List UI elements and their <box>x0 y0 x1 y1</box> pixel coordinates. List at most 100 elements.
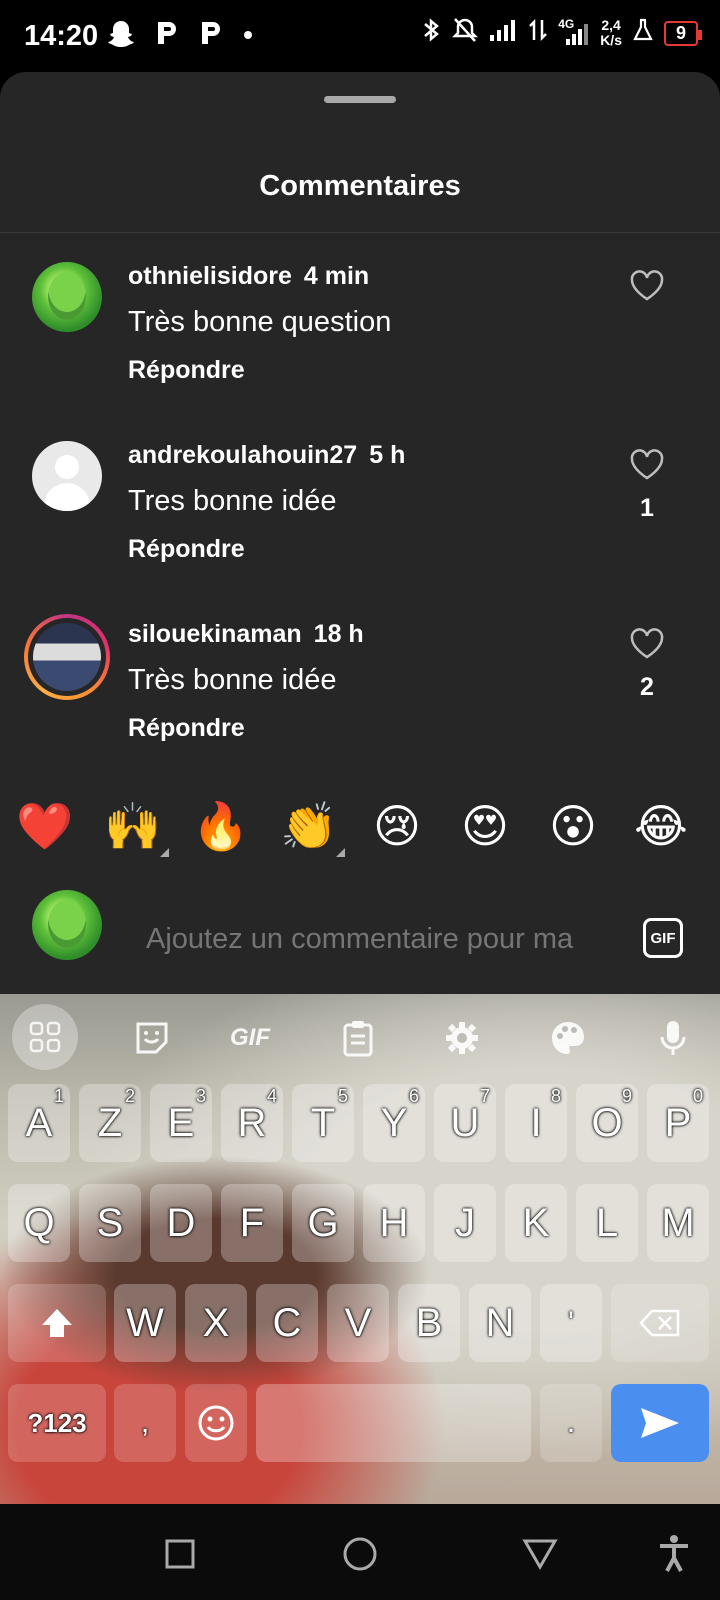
key-i[interactable]: I8 <box>505 1084 567 1162</box>
key-o[interactable]: O9 <box>576 1084 638 1162</box>
key-a[interactable]: A1 <box>8 1084 70 1162</box>
status-right-icons: 4G 2,4 K/s 9 <box>420 16 703 50</box>
like-count: 2 <box>640 673 654 701</box>
emoji-raising-hands[interactable]: 🙌 <box>103 798 163 854</box>
key-k[interactable]: K <box>505 1184 567 1262</box>
reply-button[interactable]: Répondre <box>128 535 245 564</box>
reply-button[interactable]: Répondre <box>128 356 245 385</box>
keyboard: GIF A1 Z2 E3 R4 T5 Y6 U7 I8 O9 P0 Q S D … <box>0 994 720 1504</box>
battery-indicator: 9 <box>663 20 703 46</box>
key-d[interactable]: D <box>150 1184 212 1262</box>
status-time: 14:20 <box>24 20 99 52</box>
drag-handle[interactable] <box>324 96 396 103</box>
skin-tone-indicator <box>336 848 345 857</box>
comment-time: 5 h <box>369 441 406 469</box>
emoji-key[interactable] <box>185 1384 247 1462</box>
key-l[interactable]: L <box>576 1184 638 1262</box>
comment-header: othnielisidore 4 min <box>128 262 369 291</box>
key-m[interactable]: M <box>647 1184 709 1262</box>
emoji-clapping[interactable]: 👏 <box>279 798 339 854</box>
comment-input[interactable] <box>144 922 614 957</box>
key-t[interactable]: T5 <box>292 1084 354 1162</box>
divider <box>0 232 720 233</box>
comment-username[interactable]: othnielisidore <box>128 262 292 290</box>
key-b[interactable]: B <box>398 1284 460 1362</box>
send-key[interactable] <box>611 1384 709 1462</box>
avatar-image <box>33 623 101 691</box>
shift-key[interactable] <box>8 1284 106 1362</box>
key-v[interactable]: V <box>327 1284 389 1362</box>
key-r[interactable]: R4 <box>221 1084 283 1162</box>
key-hint: 1 <box>53 1086 64 1106</box>
key-x[interactable]: X <box>185 1284 247 1362</box>
emoji-laughing[interactable]: 😂 <box>631 798 691 854</box>
emoji-fire[interactable]: 🔥 <box>191 798 251 854</box>
key-hint: 0 <box>692 1086 703 1106</box>
key-hint: 9 <box>621 1086 632 1106</box>
recent-apps-icon[interactable] <box>160 1534 200 1574</box>
key-s[interactable]: S <box>79 1184 141 1262</box>
key-j[interactable]: J <box>434 1184 496 1262</box>
emoji-heart[interactable]: ❤️ <box>15 798 75 854</box>
backspace-key[interactable] <box>611 1284 709 1362</box>
emoji-surprised[interactable]: 😮 <box>543 798 603 854</box>
gif-icon[interactable]: GIF <box>228 1016 272 1060</box>
mic-icon[interactable] <box>651 1016 695 1060</box>
signal-icon <box>488 17 518 49</box>
clipboard-icon[interactable] <box>336 1016 380 1060</box>
key-apostrophe[interactable]: ' <box>540 1284 602 1362</box>
gif-button[interactable]: GIF <box>643 918 683 958</box>
dot-icon <box>242 18 254 55</box>
reply-button[interactable]: Répondre <box>128 714 245 743</box>
period-key[interactable]: . <box>540 1384 602 1462</box>
key-h[interactable]: H <box>363 1184 425 1262</box>
key-label: I <box>530 1100 542 1145</box>
avatar[interactable] <box>32 262 102 332</box>
settings-icon[interactable] <box>440 1016 484 1060</box>
key-z[interactable]: Z2 <box>79 1084 141 1162</box>
comment-item: andrekoulahouin27 5 h Tres bonne idée Rép… <box>0 441 720 591</box>
key-n[interactable]: N <box>469 1284 531 1362</box>
comment-username[interactable]: silouekinaman <box>128 620 302 648</box>
emoji-heart-eyes[interactable]: 😍 <box>455 798 515 854</box>
apps-grid-icon[interactable] <box>12 1004 78 1070</box>
backspace-icon <box>639 1309 680 1337</box>
back-icon[interactable] <box>520 1534 560 1574</box>
comment-item: othnielisidore 4 min Très bonne question … <box>0 262 720 412</box>
like-button[interactable]: 1 <box>628 449 666 523</box>
snapchat-icon <box>106 18 136 55</box>
sticker-icon[interactable] <box>130 1016 174 1060</box>
comma-key[interactable]: , <box>114 1384 176 1462</box>
like-button[interactable]: 2 <box>628 628 666 702</box>
comment-username[interactable]: andrekoulahouin27 <box>128 441 357 469</box>
smiley-icon <box>198 1405 234 1441</box>
key-y[interactable]: Y6 <box>363 1084 425 1162</box>
bluetooth-icon <box>420 16 442 50</box>
signal-4g-icon: 4G <box>558 17 590 47</box>
key-label: Z <box>97 1100 123 1145</box>
avatar[interactable] <box>24 614 110 700</box>
comment-compose-bar: GIF <box>0 888 720 994</box>
home-icon[interactable] <box>340 1534 380 1574</box>
key-w[interactable]: W <box>114 1284 176 1362</box>
comment-header: silouekinaman 18 h <box>128 620 364 649</box>
key-f[interactable]: F <box>221 1184 283 1262</box>
status-bar: 14:20 4G 2,4 K/s 9 <box>0 0 720 72</box>
accessibility-icon[interactable] <box>654 1534 694 1574</box>
palette-icon[interactable] <box>546 1016 590 1060</box>
heart-icon <box>630 270 664 301</box>
emoji-crying[interactable]: 😢 <box>367 798 427 854</box>
like-button[interactable] <box>628 270 666 315</box>
key-e[interactable]: E3 <box>150 1084 212 1162</box>
key-q[interactable]: Q <box>8 1184 70 1262</box>
sheet-title: Commentaires <box>259 170 461 202</box>
key-g[interactable]: G <box>292 1184 354 1262</box>
space-key[interactable] <box>256 1384 531 1462</box>
key-label: Y <box>380 1100 408 1145</box>
key-u[interactable]: U7 <box>434 1084 496 1162</box>
key-c[interactable]: C <box>256 1284 318 1362</box>
numbers-key[interactable]: ?123 <box>8 1384 106 1462</box>
key-p[interactable]: P0 <box>647 1084 709 1162</box>
avatar[interactable] <box>32 441 102 511</box>
comment-text: Très bonne question <box>128 306 392 338</box>
